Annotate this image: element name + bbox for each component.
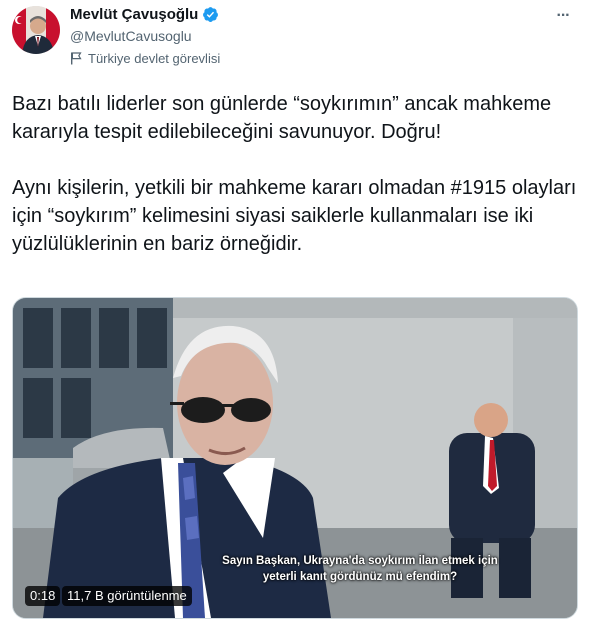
video-duration-badge: 0:18	[25, 586, 61, 606]
tweet-paragraph-2: Aynı kişilerin, yetkili bir mahkeme kara…	[12, 177, 577, 255]
video-subtitle: Sayın Başkan, Ukrayna'da soykırım ilan e…	[13, 553, 577, 585]
tweet-paragraph-1: Bazı batılı liderler son günlerde “soykı…	[12, 93, 552, 143]
video-views-badge: 11,7 B görüntülenme	[62, 586, 192, 606]
tweet: Mevlüt Çavuşoğlu @MevlutCavusoglu Türkiy…	[0, 0, 590, 629]
subtitle-line-1: Sayın Başkan, Ukrayna'da soykırım ilan e…	[222, 555, 498, 567]
author-name[interactable]: Mevlüt Çavuşoğlu	[70, 6, 219, 23]
verified-badge-icon	[202, 6, 219, 23]
government-label[interactable]: Türkiye devlet görevlisi	[70, 51, 220, 66]
flag-icon	[70, 52, 82, 65]
author-avatar[interactable]	[12, 6, 60, 54]
author-handle[interactable]: @MevlutCavusoglu	[70, 28, 192, 44]
video-player[interactable]: Sayın Başkan, Ukrayna'da soykırım ilan e…	[12, 297, 578, 619]
author-name-text[interactable]: Mevlüt Çavuşoğlu	[70, 6, 198, 23]
tweet-text: Bazı batılı liderler son günlerde “soykı…	[12, 90, 578, 258]
government-label-text: Türkiye devlet görevlisi	[88, 51, 221, 66]
more-horizontal-icon: ···	[556, 7, 571, 24]
subtitle-line-2: yeterli kanıt gördünüz mü efendim?	[262, 571, 458, 583]
more-options-button[interactable]: ···	[550, 6, 576, 26]
